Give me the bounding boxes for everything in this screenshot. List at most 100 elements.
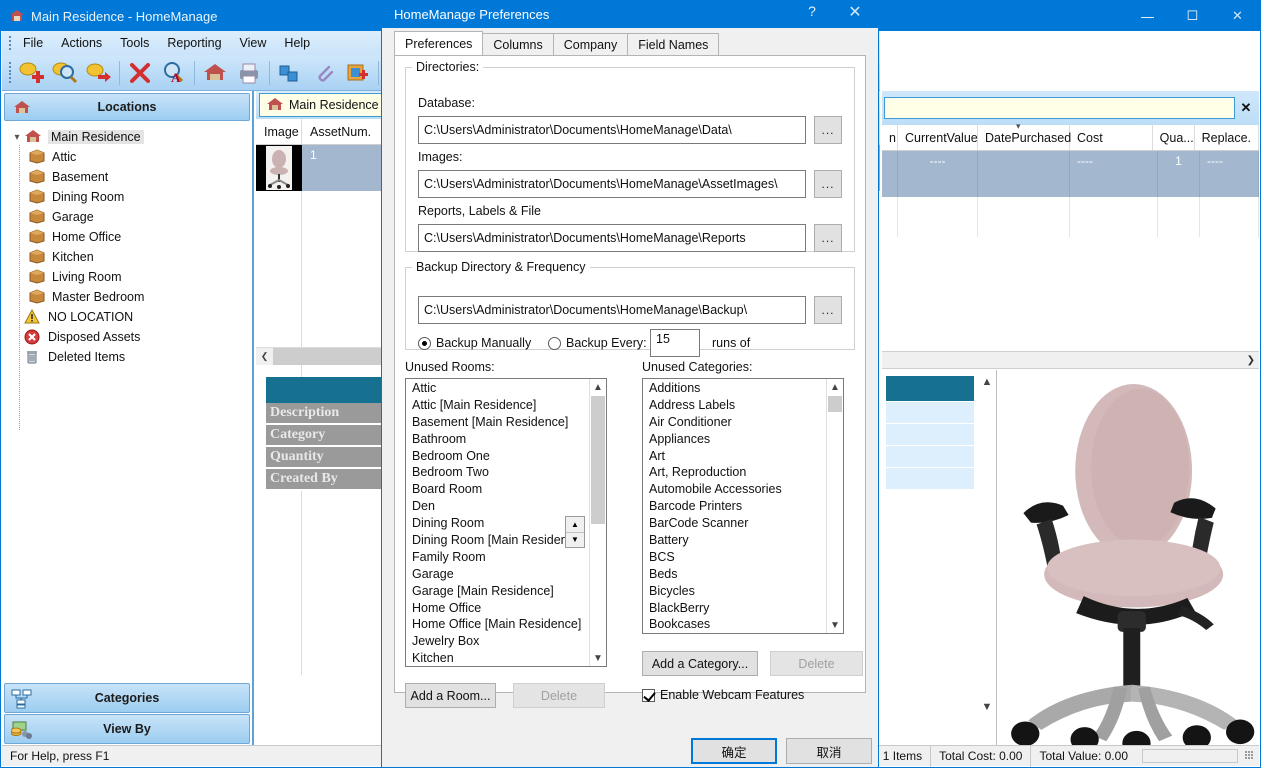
reports-path-input[interactable]: C:\Users\Administrator\Documents\HomeMan… bbox=[418, 224, 806, 252]
unused-categories-listbox[interactable]: Additions Address Labels Air Conditioner… bbox=[642, 378, 844, 634]
backup-manually-radio[interactable]: Backup Manually bbox=[418, 336, 531, 350]
list-item[interactable]: Additions bbox=[643, 381, 825, 398]
list-item[interactable]: Attic [Main Residence] bbox=[406, 398, 588, 415]
scroll-down-icon[interactable]: ▼ bbox=[978, 701, 996, 713]
resize-grip-icon[interactable] bbox=[1244, 750, 1256, 762]
duplicate-icon[interactable] bbox=[273, 58, 307, 88]
sidebar-item-categories[interactable]: Categories bbox=[4, 683, 250, 713]
list-item[interactable]: Bicycles bbox=[643, 584, 825, 601]
asset-grid-hscrollbar[interactable]: ❮ bbox=[256, 347, 385, 365]
list-item[interactable]: Beds bbox=[643, 567, 825, 584]
tab-columns[interactable]: Columns bbox=[482, 33, 554, 56]
scroll-left-icon[interactable]: ❮ bbox=[256, 347, 273, 365]
list-item[interactable]: BCS bbox=[643, 550, 825, 567]
tree-item-master-bedroom[interactable]: Master Bedroom bbox=[2, 287, 252, 307]
list-item[interactable]: Bedroom One bbox=[406, 449, 588, 466]
enable-webcam-checkbox[interactable]: Enable Webcam Features bbox=[642, 688, 804, 702]
detail-hscrollbar[interactable]: ❯ bbox=[882, 351, 1259, 369]
tree-item-attic[interactable]: Attic bbox=[2, 147, 252, 167]
list-item[interactable]: Home Office bbox=[406, 601, 588, 618]
list-item[interactable]: Address Labels bbox=[643, 398, 825, 415]
ok-button[interactable]: 确定 bbox=[691, 738, 777, 764]
scrollbar-thumb[interactable] bbox=[828, 396, 842, 412]
list-item[interactable]: Garage bbox=[406, 567, 588, 584]
tree-item-dining-room[interactable]: Dining Room bbox=[2, 187, 252, 207]
list-item[interactable]: Art, Reproduction bbox=[643, 465, 825, 482]
dialog-close-icon[interactable]: ✕ bbox=[838, 2, 872, 22]
list-item[interactable]: Board Room bbox=[406, 482, 588, 499]
tree-item-kitchen[interactable]: Kitchen bbox=[2, 247, 252, 267]
list-item[interactable]: Air Conditioner bbox=[643, 415, 825, 432]
minimize-button[interactable]: — bbox=[1125, 1, 1170, 31]
column-header-currentvalue[interactable]: CurrentValue bbox=[898, 125, 978, 150]
column-header-datepurchased[interactable]: DatePurchased ▾ bbox=[978, 121, 1071, 150]
locations-tree[interactable]: ▾ Main Residence Attic Basement Dining R… bbox=[2, 125, 252, 649]
print-icon[interactable] bbox=[232, 58, 266, 88]
help-icon[interactable]: ? bbox=[798, 3, 826, 19]
column-header-quantity[interactable]: Qua... bbox=[1153, 125, 1195, 150]
unused-categories-scrollbar[interactable]: ▲ ▼ bbox=[826, 379, 843, 633]
spinner-down-icon[interactable]: ▼ bbox=[566, 533, 584, 548]
column-header-assetnum[interactable]: AssetNum. bbox=[302, 119, 386, 144]
scroll-down-icon[interactable]: ▼ bbox=[827, 617, 843, 633]
images-browse-button[interactable]: ... bbox=[814, 170, 842, 198]
list-item[interactable]: Home Office [Main Residence] bbox=[406, 617, 588, 634]
find-item-icon[interactable] bbox=[48, 58, 82, 88]
location-icon[interactable] bbox=[198, 58, 232, 88]
backup-every-radio[interactable]: Backup Every: bbox=[548, 336, 647, 350]
menu-reporting[interactable]: Reporting bbox=[158, 34, 230, 52]
new-image-icon[interactable] bbox=[341, 58, 375, 88]
chevron-down-icon[interactable]: ▾ bbox=[10, 132, 24, 143]
tree-item-living-room[interactable]: Living Room bbox=[2, 267, 252, 287]
add-room-button[interactable]: Add a Room... bbox=[405, 683, 496, 708]
scroll-up-icon[interactable]: ▲ bbox=[590, 379, 606, 395]
tree-item-disposed-assets[interactable]: Disposed Assets bbox=[2, 327, 252, 347]
column-header-cost[interactable]: Cost bbox=[1070, 125, 1153, 150]
reports-browse-button[interactable]: ... bbox=[814, 224, 842, 252]
list-item[interactable]: Kitchen bbox=[406, 651, 588, 666]
tab-field-names[interactable]: Field Names bbox=[627, 33, 720, 56]
column-header-image[interactable]: Image bbox=[256, 119, 302, 144]
column-header-replace[interactable]: Replace. bbox=[1195, 125, 1259, 150]
clear-search-icon[interactable]: ✕ bbox=[1235, 100, 1257, 116]
tab-main-residence[interactable]: Main Residence bbox=[259, 93, 390, 117]
unused-rooms-scrollbar[interactable]: ▲ ▼ bbox=[589, 379, 606, 666]
tree-item-no-location[interactable]: NO LOCATION bbox=[2, 307, 252, 327]
list-item[interactable]: Den bbox=[406, 499, 588, 516]
scroll-up-icon[interactable]: ▲ bbox=[827, 379, 843, 395]
list-item[interactable]: Attic bbox=[406, 381, 588, 398]
list-item[interactable]: BarCode Scanner bbox=[643, 516, 825, 533]
list-item[interactable]: Bathroom bbox=[406, 432, 588, 449]
menu-help[interactable]: Help bbox=[275, 34, 319, 52]
list-item[interactable]: Basement [Main Residence] bbox=[406, 415, 588, 432]
list-item[interactable]: Battery bbox=[643, 533, 825, 550]
table-row[interactable]: ---- ---- 1 ---- bbox=[882, 151, 1259, 197]
goto-item-icon[interactable] bbox=[82, 58, 116, 88]
close-button[interactable]: ✕ bbox=[1215, 1, 1260, 31]
backup-browse-button[interactable]: ... bbox=[814, 296, 842, 324]
menu-tools[interactable]: Tools bbox=[111, 34, 158, 52]
tree-item-deleted-items[interactable]: Deleted Items bbox=[2, 347, 252, 367]
attachment-icon[interactable] bbox=[307, 58, 341, 88]
list-item[interactable]: Dining Room bbox=[406, 516, 588, 533]
spinner-up-icon[interactable]: ▲ bbox=[566, 517, 584, 533]
list-item[interactable]: Art bbox=[643, 449, 825, 466]
hscroll-track[interactable] bbox=[273, 347, 385, 365]
scroll-down-icon[interactable]: ▼ bbox=[590, 650, 606, 666]
scrollbar-thumb[interactable] bbox=[591, 396, 605, 524]
backup-every-input[interactable]: 15 bbox=[650, 329, 700, 357]
list-item[interactable]: Garage [Main Residence] bbox=[406, 584, 588, 601]
add-item-icon[interactable] bbox=[14, 58, 48, 88]
images-path-input[interactable]: C:\Users\Administrator\Documents\HomeMan… bbox=[418, 170, 806, 198]
tab-company[interactable]: Company bbox=[552, 33, 629, 56]
database-path-input[interactable]: C:\Users\Administrator\Documents\HomeMan… bbox=[418, 116, 806, 144]
scroll-up-icon[interactable]: ▲ bbox=[978, 376, 996, 388]
menu-view[interactable]: View bbox=[231, 34, 276, 52]
find-text-icon[interactable]: A bbox=[157, 58, 191, 88]
tree-item-basement[interactable]: Basement bbox=[2, 167, 252, 187]
delete-item-icon[interactable] bbox=[123, 58, 157, 88]
list-item[interactable]: BlackBerry bbox=[643, 601, 825, 618]
column-header-n[interactable]: n bbox=[882, 125, 898, 150]
cancel-button[interactable]: 取消 bbox=[786, 738, 872, 764]
tree-item-home-office[interactable]: Home Office bbox=[2, 227, 252, 247]
